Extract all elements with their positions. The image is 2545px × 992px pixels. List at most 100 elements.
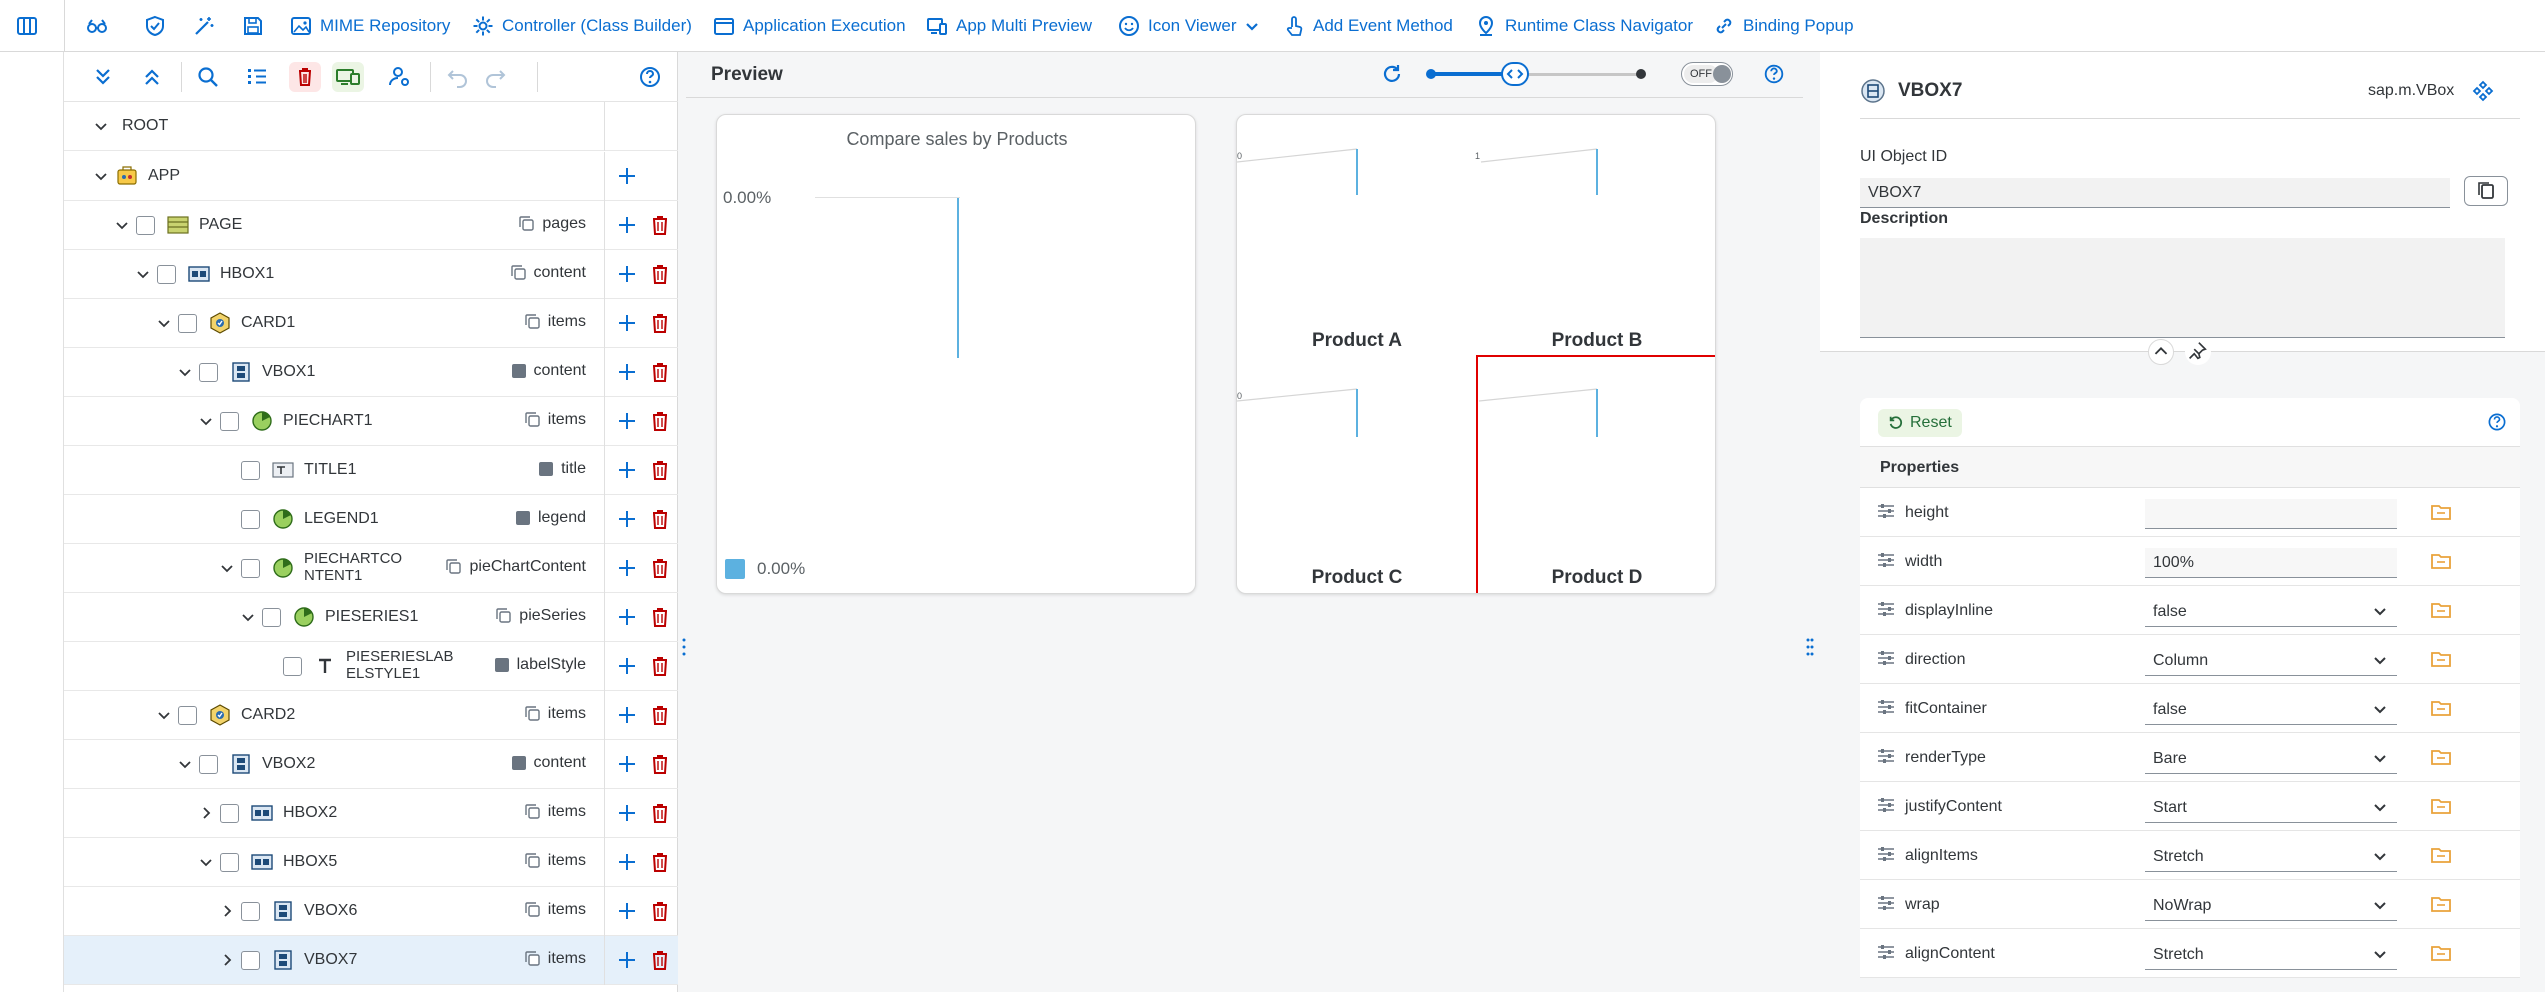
delete-node-icon[interactable] <box>649 605 671 629</box>
mime-repository-button[interactable]: MIME Repository <box>290 12 450 40</box>
delete-node-icon[interactable] <box>649 654 671 678</box>
add-child-icon[interactable] <box>615 899 639 923</box>
tree-row-checkbox[interactable] <box>241 510 260 529</box>
magic-wand-button[interactable] <box>193 12 215 40</box>
application-execution-button[interactable]: Application Execution <box>713 12 906 40</box>
tree-row[interactable]: PIECHART1 items <box>64 397 678 446</box>
chevron-right-icon[interactable] <box>218 951 236 969</box>
pin-header-button[interactable] <box>2185 339 2211 365</box>
add-child-icon[interactable] <box>615 850 639 874</box>
folder-icon[interactable] <box>2430 649 2452 669</box>
zoom-slider[interactable] <box>1426 62 1646 86</box>
tree-row-checkbox[interactable] <box>178 706 197 725</box>
add-child-icon[interactable] <box>615 605 639 629</box>
tree-row-checkbox[interactable] <box>220 804 239 823</box>
tree-row-checkbox[interactable] <box>241 461 260 480</box>
tree-row[interactable]: TITLE1 title <box>64 446 678 495</box>
property-value-select[interactable]: false <box>2145 597 2397 627</box>
chevron-down-icon[interactable] <box>176 755 194 773</box>
chevron-down-icon[interactable] <box>134 265 152 283</box>
tree-row-checkbox[interactable] <box>199 363 218 382</box>
tree-row[interactable]: VBOX7 items <box>64 936 678 985</box>
add-child-icon[interactable] <box>615 360 639 384</box>
tree-row[interactable]: PIESERIESLAB ELSTYLE1 labelStyle <box>64 642 678 691</box>
tree-row-checkbox[interactable] <box>220 412 239 431</box>
tree-row-checkbox[interactable] <box>241 951 260 970</box>
refresh-icon[interactable] <box>1380 62 1404 86</box>
folder-icon[interactable] <box>2430 894 2452 914</box>
folder-icon[interactable] <box>2430 796 2452 816</box>
tree-row[interactable]: LEGEND1 legend <box>64 495 678 544</box>
delete-node-icon[interactable] <box>649 948 671 972</box>
delete-node-icon[interactable] <box>649 801 671 825</box>
preview-toggle-switch[interactable]: OFF <box>1681 62 1733 86</box>
chevron-down-icon[interactable] <box>155 314 173 332</box>
save-button[interactable] <box>242 12 264 40</box>
tree-row[interactable]: VBOX1 content <box>64 348 678 397</box>
property-value-input[interactable] <box>2145 499 2397 529</box>
redo-button[interactable] <box>482 64 508 90</box>
add-child-icon[interactable] <box>615 409 639 433</box>
folder-icon[interactable] <box>2430 845 2452 865</box>
tree-row[interactable]: VBOX2 content <box>64 740 678 789</box>
layout-toggle-button[interactable] <box>16 12 38 40</box>
tree-row[interactable]: CARD2 items <box>64 691 678 740</box>
delete-node-icon[interactable] <box>649 507 671 531</box>
chevron-down-icon[interactable] <box>197 853 215 871</box>
tree-row[interactable]: CARD1 items <box>64 299 678 348</box>
search-button[interactable] <box>195 64 221 90</box>
delete-node-icon[interactable] <box>649 752 671 776</box>
add-child-icon[interactable] <box>615 507 639 531</box>
property-value-select[interactable]: Column <box>2145 646 2397 676</box>
tree-row[interactable]: APP <box>64 152 678 201</box>
folder-icon[interactable] <box>2430 943 2452 963</box>
app-multi-preview-button[interactable]: App Multi Preview <box>926 12 1092 40</box>
tree-row[interactable]: HBOX1 content <box>64 250 678 299</box>
tree-row-checkbox[interactable] <box>241 902 260 921</box>
description-textarea[interactable] <box>1860 238 2505 338</box>
chevron-right-icon[interactable] <box>197 804 215 822</box>
undo-button[interactable] <box>445 64 471 90</box>
delete-node-icon[interactable] <box>649 850 671 874</box>
property-value-select[interactable]: false <box>2145 695 2397 725</box>
chevron-down-icon[interactable] <box>113 216 131 234</box>
delete-node-icon[interactable] <box>649 360 671 384</box>
chevron-down-icon[interactable] <box>218 559 236 577</box>
add-child-icon[interactable] <box>615 654 639 678</box>
glasses-button[interactable] <box>86 12 108 40</box>
chevron-down-icon[interactable] <box>197 412 215 430</box>
add-child-icon[interactable] <box>615 458 639 482</box>
tree-row[interactable]: PAGE pages <box>64 201 678 250</box>
folder-icon[interactable] <box>2430 551 2452 571</box>
collapse-all-button[interactable] <box>139 64 165 90</box>
add-child-icon[interactable] <box>615 556 639 580</box>
user-settings-button[interactable] <box>387 64 413 90</box>
folder-icon[interactable] <box>2430 698 2452 718</box>
folder-icon[interactable] <box>2430 747 2452 767</box>
binding-popup-button[interactable]: Binding Popup <box>1713 12 1854 40</box>
tree-row[interactable]: HBOX2 items <box>64 789 678 838</box>
property-value-select[interactable]: Start <box>2145 793 2397 823</box>
delete-node-icon[interactable] <box>649 556 671 580</box>
add-child-icon[interactable] <box>615 311 639 335</box>
expand-all-button[interactable] <box>90 64 116 90</box>
list-view-button[interactable] <box>244 64 270 90</box>
property-value-input[interactable] <box>2145 548 2397 578</box>
chevron-down-icon[interactable] <box>92 117 110 135</box>
tree-row-checkbox[interactable] <box>199 755 218 774</box>
copy-id-button[interactable] <box>2464 176 2508 206</box>
delete-node-icon[interactable] <box>649 899 671 923</box>
runtime-class-navigator-button[interactable]: Runtime Class Navigator <box>1475 12 1693 40</box>
check-shield-button[interactable] <box>144 12 166 40</box>
preview-help-icon[interactable] <box>1762 62 1786 86</box>
add-child-icon[interactable] <box>615 262 639 286</box>
property-value-select[interactable]: Stretch <box>2145 940 2397 970</box>
folder-icon[interactable] <box>2430 600 2452 620</box>
chevron-down-icon[interactable] <box>155 706 173 724</box>
add-event-method-button[interactable]: Add Event Method <box>1283 12 1453 40</box>
splitter-handle-right[interactable] <box>1805 636 1815 658</box>
add-child-icon[interactable] <box>615 213 639 237</box>
tree-row-checkbox[interactable] <box>136 216 155 235</box>
properties-help-icon[interactable] <box>2486 411 2508 433</box>
tree-row[interactable]: VBOX6 items <box>64 887 678 936</box>
